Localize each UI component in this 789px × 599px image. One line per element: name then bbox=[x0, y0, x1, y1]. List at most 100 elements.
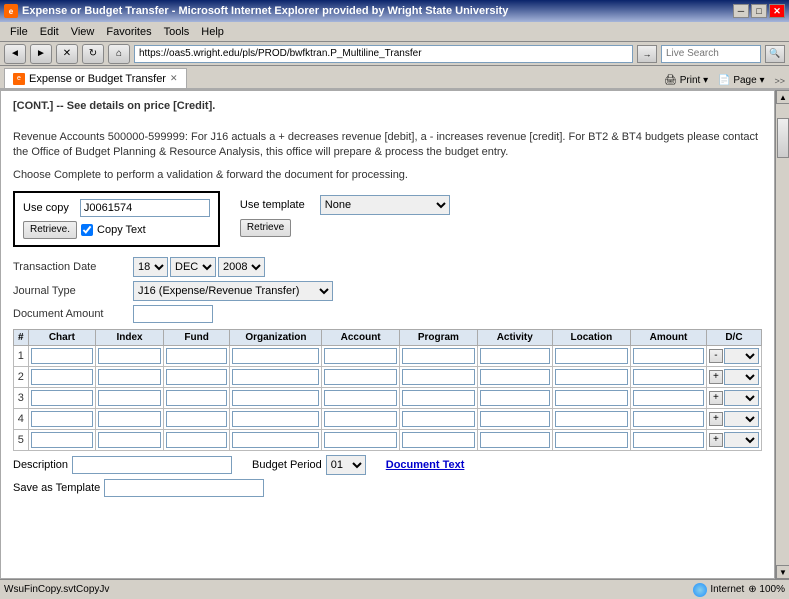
template-select[interactable]: None bbox=[320, 195, 450, 215]
close-button[interactable]: ✕ bbox=[769, 4, 785, 18]
status-text: WsuFinCopy.svtCopyJv bbox=[4, 584, 685, 595]
active-tab[interactable]: e Expense or Budget Transfer ✕ bbox=[4, 68, 187, 88]
menu-help[interactable]: Help bbox=[195, 25, 230, 39]
fund-input-4[interactable] bbox=[166, 411, 227, 427]
vertical-scrollbar[interactable]: ▲ ▼ bbox=[775, 90, 789, 579]
retrieve-button[interactable]: Retrieve. bbox=[23, 221, 77, 239]
dc-select-3[interactable] bbox=[724, 390, 759, 406]
journal-type-select[interactable]: J16 (Expense/Revenue Transfer) bbox=[133, 281, 333, 301]
back-button[interactable]: ◄ bbox=[4, 44, 26, 64]
budget-period-select[interactable]: 01 bbox=[326, 455, 366, 475]
copy-text-checkbox[interactable] bbox=[81, 224, 93, 236]
chart-input-1[interactable] bbox=[31, 348, 94, 364]
address-input[interactable] bbox=[134, 45, 633, 63]
month-select[interactable]: DEC bbox=[170, 257, 216, 277]
org-input-1[interactable] bbox=[232, 348, 319, 364]
scroll-up-button[interactable]: ▲ bbox=[776, 90, 789, 104]
index-input-5[interactable] bbox=[98, 432, 161, 448]
account-input-5[interactable] bbox=[324, 432, 396, 448]
refresh-button[interactable]: ↻ bbox=[82, 44, 104, 64]
index-input-3[interactable] bbox=[98, 390, 161, 406]
menu-view[interactable]: View bbox=[65, 25, 101, 39]
dc-select-5[interactable] bbox=[724, 432, 759, 448]
description-input[interactable] bbox=[72, 456, 232, 474]
day-select[interactable]: 18 bbox=[133, 257, 168, 277]
use-copy-input[interactable] bbox=[80, 199, 210, 217]
dc-select-4[interactable] bbox=[724, 411, 759, 427]
program-input-3[interactable] bbox=[402, 390, 475, 406]
page-button[interactable]: 📄 Page ▾ bbox=[718, 75, 764, 86]
search-go-button[interactable]: 🔍 bbox=[765, 45, 785, 63]
tab-close-button[interactable]: ✕ bbox=[170, 73, 178, 84]
location-input-4[interactable] bbox=[555, 411, 629, 427]
home-button[interactable]: ⌂ bbox=[108, 44, 130, 64]
activity-input-1[interactable] bbox=[480, 348, 550, 364]
forward-button[interactable]: ► bbox=[30, 44, 52, 64]
add-button-3[interactable]: + bbox=[709, 391, 723, 405]
stop-button[interactable]: ✕ bbox=[56, 44, 78, 64]
add-button-4[interactable]: + bbox=[709, 412, 723, 426]
add-button-2[interactable]: + bbox=[709, 370, 723, 384]
add-button-5[interactable]: + bbox=[709, 433, 723, 447]
location-input-5[interactable] bbox=[555, 432, 629, 448]
scroll-down-button[interactable]: ▼ bbox=[776, 565, 789, 579]
activity-input-3[interactable] bbox=[480, 390, 550, 406]
dc-select-1[interactable] bbox=[724, 348, 759, 364]
document-amount-input[interactable] bbox=[133, 305, 213, 323]
menu-favorites[interactable]: Favorites bbox=[100, 25, 157, 39]
chart-input-5[interactable] bbox=[31, 432, 94, 448]
activity-input-2[interactable] bbox=[480, 369, 550, 385]
maximize-button[interactable]: □ bbox=[751, 4, 767, 18]
minus-button-1[interactable]: - bbox=[709, 349, 723, 363]
scroll-thumb[interactable] bbox=[777, 118, 789, 158]
account-input-1[interactable] bbox=[324, 348, 396, 364]
tab-extras-more[interactable]: >> bbox=[774, 76, 785, 86]
index-input-1[interactable] bbox=[98, 348, 161, 364]
row-num-2: 2 bbox=[14, 366, 29, 387]
index-input-2[interactable] bbox=[98, 369, 161, 385]
fund-input-1[interactable] bbox=[166, 348, 227, 364]
amount-input-2[interactable] bbox=[633, 369, 704, 385]
location-input-3[interactable] bbox=[555, 390, 629, 406]
account-input-3[interactable] bbox=[324, 390, 396, 406]
minimize-button[interactable]: ─ bbox=[733, 4, 749, 18]
program-input-1[interactable] bbox=[402, 348, 475, 364]
org-input-5[interactable] bbox=[232, 432, 319, 448]
chart-input-2[interactable] bbox=[31, 369, 94, 385]
org-input-3[interactable] bbox=[232, 390, 319, 406]
amount-input-3[interactable] bbox=[633, 390, 704, 406]
amount-input-4[interactable] bbox=[633, 411, 704, 427]
activity-input-4[interactable] bbox=[480, 411, 550, 427]
index-input-4[interactable] bbox=[98, 411, 161, 427]
program-input-2[interactable] bbox=[402, 369, 475, 385]
save-template-input[interactable] bbox=[104, 479, 264, 497]
chart-input-3[interactable] bbox=[31, 390, 94, 406]
menu-file[interactable]: File bbox=[4, 25, 34, 39]
org-input-2[interactable] bbox=[232, 369, 319, 385]
amount-input-5[interactable] bbox=[633, 432, 704, 448]
print-button[interactable]: 🖨 Print ▾ bbox=[664, 75, 708, 86]
program-input-5[interactable] bbox=[402, 432, 475, 448]
transaction-date-row: Transaction Date 18 DEC 2008 bbox=[13, 257, 762, 277]
amount-input-1[interactable] bbox=[633, 348, 704, 364]
fund-input-5[interactable] bbox=[166, 432, 227, 448]
template-retrieve-button[interactable]: Retrieve bbox=[240, 219, 291, 237]
location-input-2[interactable] bbox=[555, 369, 629, 385]
dc-select-2[interactable] bbox=[724, 369, 759, 385]
chart-input-4[interactable] bbox=[31, 411, 94, 427]
document-text-link[interactable]: Document Text bbox=[386, 459, 465, 471]
account-input-4[interactable] bbox=[324, 411, 396, 427]
org-input-4[interactable] bbox=[232, 411, 319, 427]
search-input[interactable] bbox=[661, 45, 761, 63]
menu-tools[interactable]: Tools bbox=[158, 25, 196, 39]
year-select[interactable]: 2008 bbox=[218, 257, 265, 277]
col-program: Program bbox=[399, 329, 477, 345]
account-input-2[interactable] bbox=[324, 369, 396, 385]
location-input-1[interactable] bbox=[555, 348, 629, 364]
fund-input-2[interactable] bbox=[166, 369, 227, 385]
go-button[interactable]: → bbox=[637, 45, 657, 63]
menu-edit[interactable]: Edit bbox=[34, 25, 65, 39]
fund-input-3[interactable] bbox=[166, 390, 227, 406]
activity-input-5[interactable] bbox=[480, 432, 550, 448]
program-input-4[interactable] bbox=[402, 411, 475, 427]
